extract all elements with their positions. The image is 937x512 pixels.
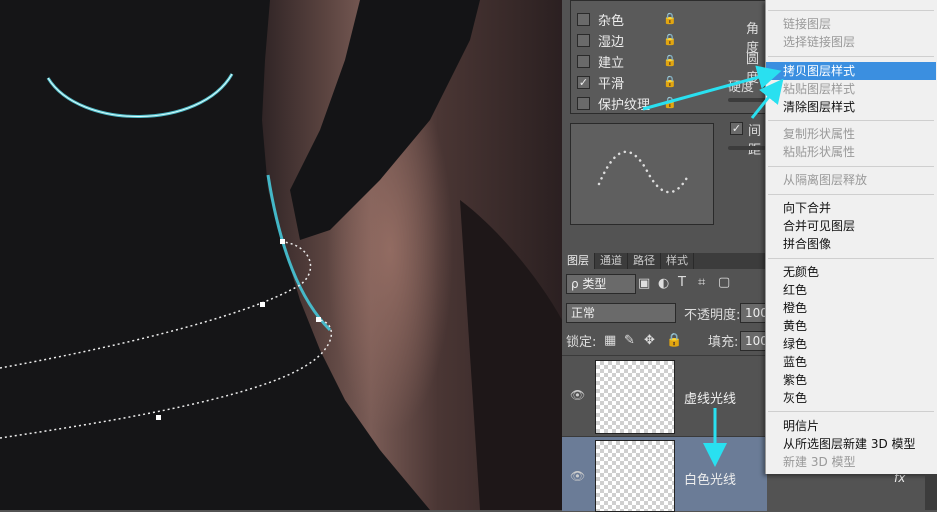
menu-item-postcard[interactable]: 明信片 xyxy=(766,417,936,435)
lock-icon: 🔒 xyxy=(663,33,677,46)
spacing-slider[interactable] xyxy=(728,146,766,150)
layer-row-selected[interactable]: 👁 白色光线 fx xyxy=(562,436,905,512)
image-filter-icon[interactable]: ▣ xyxy=(638,276,650,291)
eye-icon[interactable]: 👁 xyxy=(570,469,585,483)
lock-position-icon[interactable]: ✥ xyxy=(644,333,655,348)
lock-icon: 🔒 xyxy=(663,12,677,25)
menu-separator xyxy=(768,194,934,195)
menu-item-yellow[interactable]: 黄色 xyxy=(766,317,936,335)
option-smoothing[interactable]: ✓ 平滑 🔒 xyxy=(577,72,677,92)
menu-item-select-linked[interactable]: 选择链接图层 xyxy=(766,33,936,51)
checkbox[interactable] xyxy=(577,54,590,68)
shape-filter-icon[interactable]: ⌗ xyxy=(698,275,705,290)
menu-item-gray[interactable]: 灰色 xyxy=(766,389,936,407)
option-wet-edges[interactable]: 湿边 🔒 xyxy=(577,30,677,50)
menu-item-no-color[interactable]: 无颜色 xyxy=(766,263,936,281)
stroke-preview-graphic xyxy=(597,150,691,194)
layer-thumbnail xyxy=(595,440,675,512)
option-buildup[interactable]: 建立 🔒 xyxy=(577,51,677,71)
tab-channels[interactable]: 通道 xyxy=(595,253,628,269)
smart-object-filter-icon[interactable]: ▢ xyxy=(718,275,730,290)
option-protect-texture[interactable]: 保护纹理 🔒 xyxy=(577,93,677,113)
menu-item-paste-shape-attrs[interactable]: 粘贴形状属性 xyxy=(766,143,936,161)
menu-item-clear-layer-style[interactable]: 清除图层样式 xyxy=(766,98,936,116)
menu-item-copy-layer-style[interactable]: 拷贝图层样式 xyxy=(766,62,936,80)
menu-separator xyxy=(768,10,934,11)
lock-pixels-icon[interactable]: ✎ xyxy=(624,333,635,348)
layer-name[interactable]: 虚线光线 xyxy=(684,388,736,407)
option-label: 平滑 xyxy=(598,76,625,92)
menu-item-new-3d-from-layer[interactable]: 从所选图层新建 3D 模型 xyxy=(766,435,936,453)
checkbox[interactable] xyxy=(577,12,590,26)
option-noise[interactable]: 杂色 🔒 xyxy=(577,9,677,29)
layers-filter-bar: ρ 类型 ▣ ◐ T ⌗ ▢ xyxy=(562,272,767,296)
checkbox[interactable] xyxy=(577,96,590,110)
layer-thumbnail xyxy=(595,360,675,434)
lock-icon: 🔒 xyxy=(663,75,677,88)
menu-item-red[interactable]: 红色 xyxy=(766,281,936,299)
photo-artwork xyxy=(0,0,562,510)
menu-item-release-isolation[interactable]: 从隔离图层释放 xyxy=(766,171,936,189)
menu-separator xyxy=(768,166,934,167)
option-label: 保护纹理 xyxy=(598,97,651,113)
hardness-label: 硬度 xyxy=(728,80,755,95)
lock-all-icon[interactable]: 🔒 xyxy=(666,333,682,348)
tab-styles[interactable]: 样式 xyxy=(661,253,694,269)
lock-icon: 🔒 xyxy=(663,96,677,109)
adjustment-filter-icon[interactable]: ◐ xyxy=(658,276,669,291)
menu-item-link-layers[interactable]: 链接图层 xyxy=(766,15,936,33)
menu-item-violet[interactable]: 紫色 xyxy=(766,371,936,389)
lock-icon: 🔒 xyxy=(663,54,677,67)
filter-type-select[interactable]: ρ 类型 xyxy=(566,274,636,294)
menu-item-blue[interactable]: 蓝色 xyxy=(766,353,936,371)
option-label: 建立 xyxy=(598,55,625,71)
layer-name[interactable]: 白色光线 xyxy=(684,469,736,488)
menu-item-green[interactable]: 绿色 xyxy=(766,335,936,353)
layer-context-menu: 链接图层 选择链接图层 拷贝图层样式 粘贴图层样式 清除图层样式 复制形状属性 … xyxy=(765,0,937,474)
menu-item-paste-layer-style[interactable]: 粘贴图层样式 xyxy=(766,80,936,98)
layer-row[interactable]: 👁 虚线光线 xyxy=(562,355,767,436)
menu-separator xyxy=(768,411,934,412)
menu-item-new-3d-model[interactable]: 新建 3D 模型 xyxy=(766,453,936,471)
menu-separator xyxy=(768,56,934,57)
lock-label: 锁定: xyxy=(566,335,597,350)
brush-options-list: 杂色 🔒 湿边 🔒 建立 🔒 ✓ 平滑 🔒 保护纹理 🔒 xyxy=(570,0,772,114)
spacing-checkbox[interactable]: ✓ xyxy=(730,122,743,135)
document-canvas[interactable] xyxy=(0,0,562,510)
text-filter-icon[interactable]: T xyxy=(678,275,686,290)
menu-item-merge-down[interactable]: 向下合并 xyxy=(766,199,936,217)
eye-icon[interactable]: 👁 xyxy=(570,388,585,402)
menu-item-merge-visible[interactable]: 合并可见图层 xyxy=(766,217,936,235)
checkbox[interactable] xyxy=(577,33,590,47)
fill-label: 填充: xyxy=(708,335,739,350)
hardness-slider[interactable] xyxy=(728,98,766,102)
layers-panel-tabs: 图层 通道 路径 样式 xyxy=(562,253,767,269)
menu-separator xyxy=(768,258,934,259)
menu-item-flatten-image[interactable]: 拼合图像 xyxy=(766,235,936,253)
tab-layers[interactable]: 图层 xyxy=(562,253,595,269)
menu-separator xyxy=(768,120,934,121)
tab-paths[interactable]: 路径 xyxy=(628,253,661,269)
lock-transparent-icon[interactable]: ▦ xyxy=(604,333,616,348)
option-label: 湿边 xyxy=(598,34,625,50)
option-label: 杂色 xyxy=(598,13,625,29)
blend-mode-select[interactable]: 正常 xyxy=(566,303,676,323)
menu-item-orange[interactable]: 橙色 xyxy=(766,299,936,317)
checkbox-checked[interactable]: ✓ xyxy=(577,75,590,89)
opacity-label: 不透明度: xyxy=(684,308,741,323)
brush-panel: 杂色 🔒 湿边 🔒 建立 🔒 ✓ 平滑 🔒 保护纹理 🔒 角度 圆度 硬度 ✓ … xyxy=(562,0,772,250)
panel-scrollbar[interactable] xyxy=(925,474,937,510)
menu-item-copy-shape-attrs[interactable]: 复制形状属性 xyxy=(766,125,936,143)
brush-stroke-preview xyxy=(570,123,714,225)
